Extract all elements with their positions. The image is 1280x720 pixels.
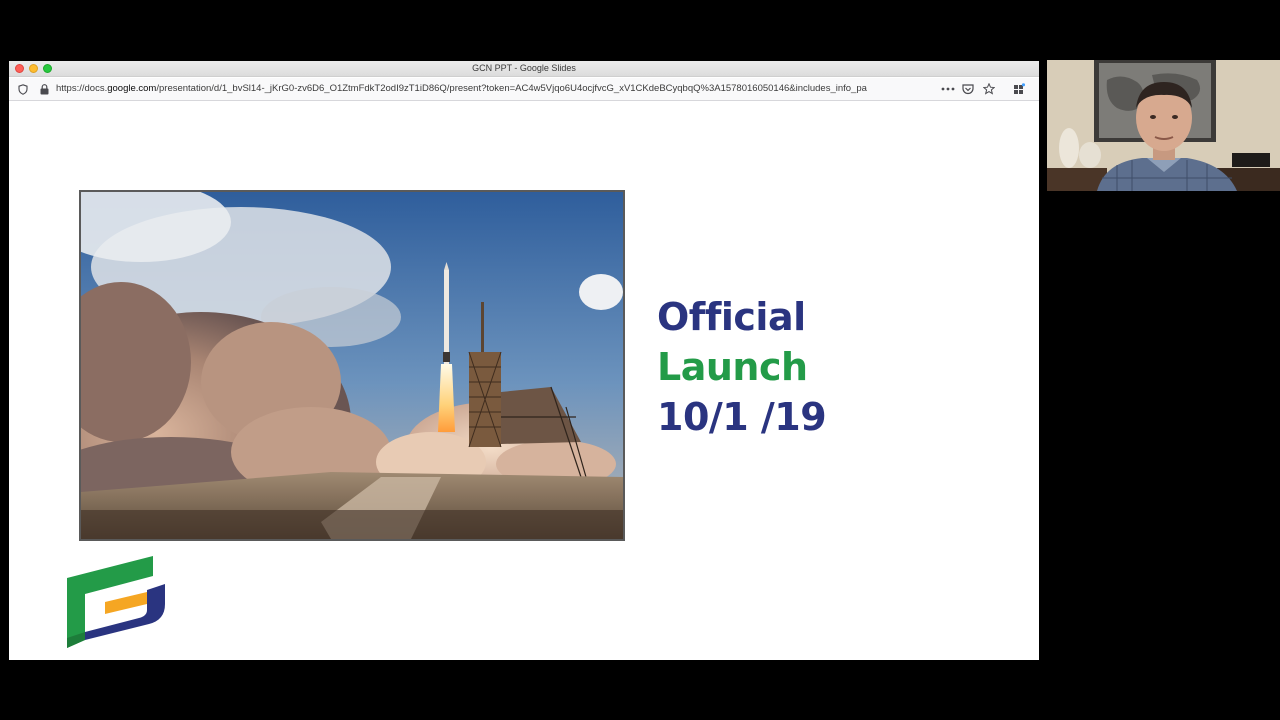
presentation-slide[interactable]: Official Launch 10/1 /19 [37, 102, 1027, 660]
url-path: /presentation/d/1_bvSl14-_jKrG0-zv6D6_O1… [156, 83, 867, 94]
browser-window: GCN PPT - Google Slides https://docs.goo… [9, 61, 1039, 660]
shield-icon[interactable] [16, 82, 30, 96]
rocket-launch-image [79, 190, 625, 541]
headline-line-official: Official [657, 295, 806, 339]
title-bar: GCN PPT - Google Slides [9, 61, 1039, 77]
extension-icon[interactable] [1012, 82, 1026, 96]
star-icon[interactable] [982, 82, 996, 96]
headline-line-date: 10/1 /19 [657, 395, 827, 439]
url-prefix: https://docs. [56, 83, 108, 94]
company-logo-icon [65, 554, 169, 658]
url-field[interactable]: https://docs.google.com/presentation/d/1… [56, 83, 938, 94]
webcam-video [1047, 60, 1280, 191]
lock-icon[interactable] [37, 82, 51, 96]
slide-headline: Official Launch 10/1 /19 [657, 292, 827, 442]
window-title: GCN PPT - Google Slides [472, 63, 576, 73]
headline-line-launch: Launch [657, 345, 808, 389]
url-host: google.com [107, 83, 157, 94]
more-icon[interactable] [941, 82, 955, 96]
pocket-icon[interactable] [961, 82, 975, 96]
address-bar: https://docs.google.com/presentation/d/1… [9, 78, 1039, 101]
